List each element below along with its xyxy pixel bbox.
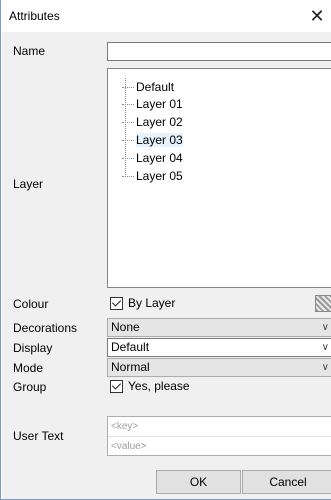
- tree-item-label: Layer 05: [136, 169, 183, 183]
- hatched-swatch-icon[interactable]: [315, 295, 331, 312]
- layer-label: Layer: [13, 177, 44, 191]
- cancel-button[interactable]: Cancel: [242, 470, 331, 494]
- tree-tick: [122, 176, 134, 177]
- decorations-select[interactable]: None ∨: [107, 318, 331, 337]
- tree-item-label: Layer 03: [136, 133, 183, 147]
- tree-tick: [122, 104, 134, 105]
- tree-tick: [122, 140, 134, 141]
- by-layer-label: By Layer: [128, 296, 176, 310]
- layer-tree[interactable]: Default Layer 01 Layer 02 Layer 03 Layer…: [107, 68, 331, 288]
- window-title: Attributes: [9, 9, 60, 23]
- user-text-value[interactable]: <value>: [111, 441, 147, 452]
- dialog-body: Name Layer Default Layer 01 Layer 02 Lay…: [2, 32, 331, 499]
- name-label: Name: [13, 44, 46, 58]
- check-icon: [111, 296, 122, 307]
- tree-item-layer-01[interactable]: Layer 01: [122, 96, 183, 112]
- tree-item-default[interactable]: Default: [122, 79, 174, 95]
- display-select[interactable]: Default ∨: [107, 338, 331, 357]
- chevron-down-icon[interactable]: ∨: [322, 359, 329, 376]
- decorations-label: Decorations: [13, 321, 78, 335]
- tree-item-label: Default: [136, 80, 175, 94]
- close-icon[interactable]: ✕: [302, 0, 331, 32]
- user-text-label: User Text: [13, 429, 64, 443]
- tree-item-layer-03[interactable]: Layer 03: [122, 132, 183, 148]
- by-layer-checkbox[interactable]: By Layer: [110, 296, 175, 310]
- divider: [108, 436, 331, 437]
- tree-item-label: Layer 02: [136, 115, 183, 129]
- tree-tick: [122, 87, 134, 88]
- name-input[interactable]: [107, 42, 331, 61]
- tree-tick: [122, 158, 134, 159]
- user-text-grid[interactable]: <key> <value>: [107, 416, 331, 456]
- mode-select[interactable]: Normal ∨: [107, 358, 331, 377]
- user-text-key[interactable]: <key>: [111, 421, 138, 432]
- display-value: Default: [111, 340, 150, 354]
- chevron-down-icon[interactable]: ∨: [322, 339, 329, 356]
- tree-tick: [122, 122, 134, 123]
- checkbox-box[interactable]: [110, 296, 123, 310]
- ok-button[interactable]: OK: [156, 470, 241, 494]
- group-checkbox[interactable]: Yes, please: [110, 379, 190, 393]
- tree-item-layer-02[interactable]: Layer 02: [122, 114, 183, 130]
- group-label: Group: [13, 380, 47, 394]
- mode-label: Mode: [13, 361, 44, 375]
- mode-value: Normal: [111, 360, 150, 374]
- chevron-down-icon[interactable]: ∨: [322, 319, 329, 336]
- tree-item-label: Layer 01: [136, 97, 183, 111]
- check-icon: [111, 379, 122, 390]
- colour-label: Colour: [13, 297, 49, 311]
- attributes-dialog: Attributes ✕ Name Layer Default Layer 01…: [0, 0, 331, 500]
- tree-item-layer-04[interactable]: Layer 04: [122, 150, 183, 166]
- tree-item-layer-05[interactable]: Layer 05: [122, 168, 183, 184]
- decorations-value: None: [111, 320, 140, 334]
- tree-item-label: Layer 04: [136, 151, 183, 165]
- checkbox-box[interactable]: [110, 379, 123, 393]
- title-bar[interactable]: Attributes ✕: [1, 0, 331, 32]
- group-checkbox-label: Yes, please: [128, 379, 190, 393]
- display-label: Display: [13, 341, 53, 355]
